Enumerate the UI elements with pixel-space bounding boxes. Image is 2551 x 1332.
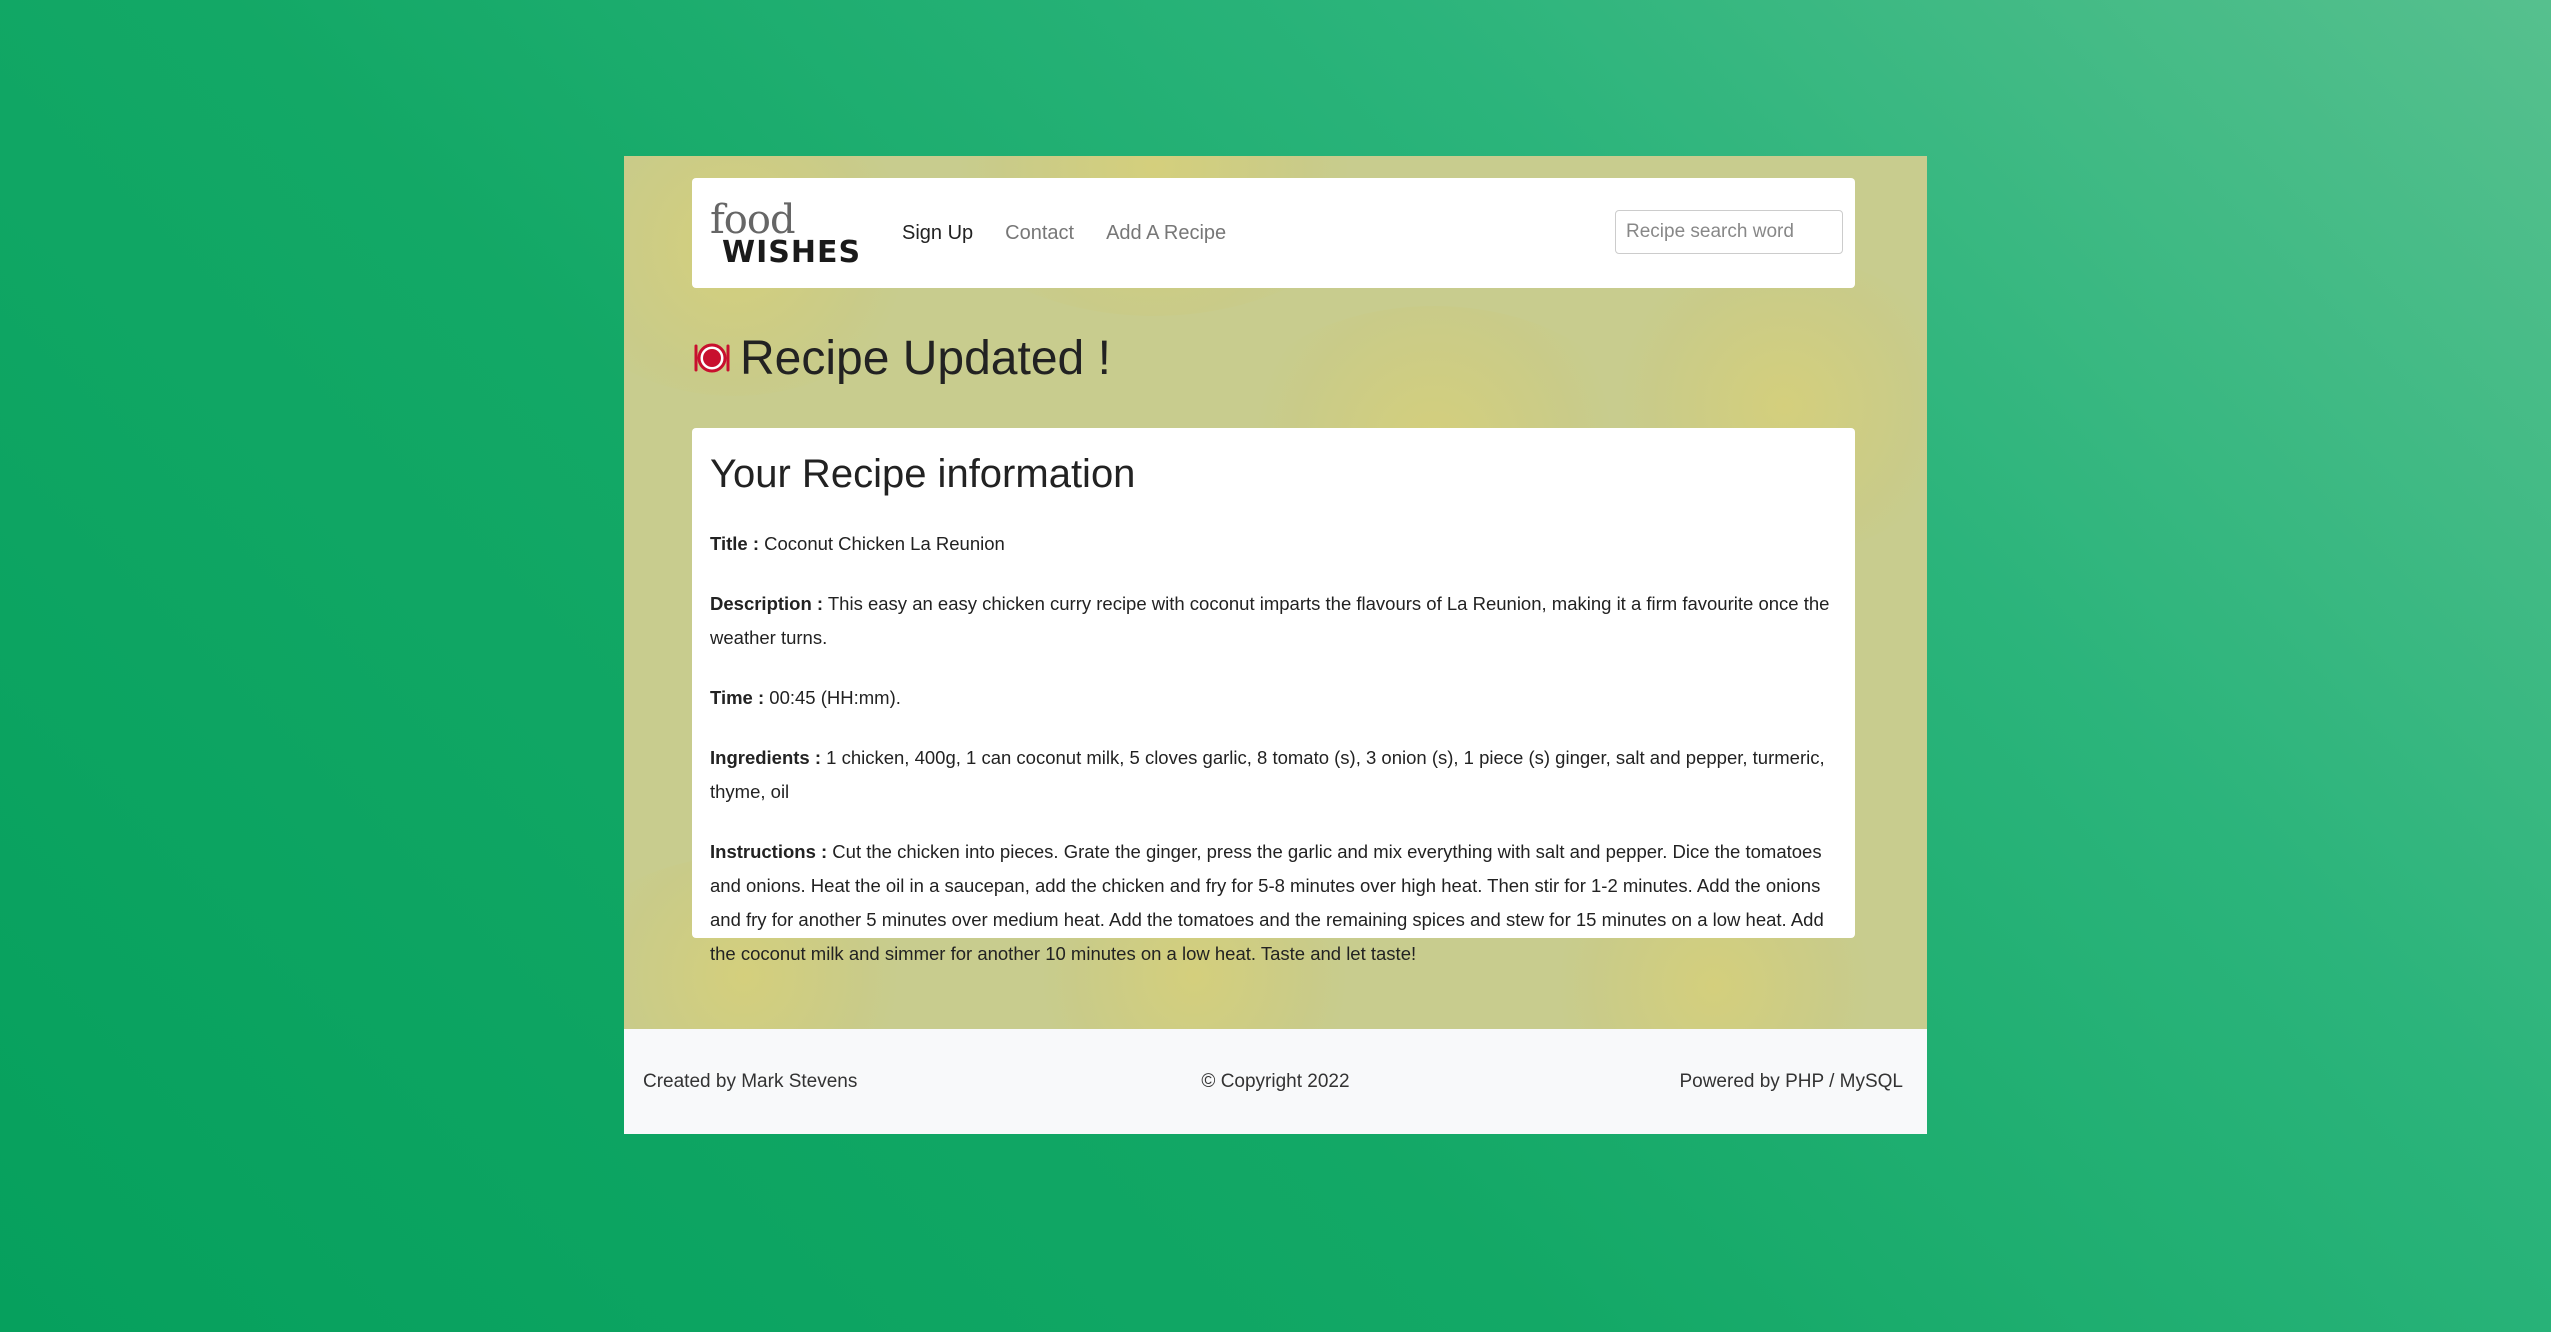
recipe-search-input[interactable] — [1615, 210, 1843, 254]
footer-powered-by: Powered by PHP / MySQL — [1679, 1071, 1903, 1092]
field-label: Instructions : — [710, 841, 828, 862]
nav-sign-up[interactable]: Sign Up — [902, 222, 973, 245]
nav-add-recipe[interactable]: Add A Recipe — [1106, 222, 1226, 245]
field-label: Title : — [710, 533, 759, 554]
browser-viewport: food WISHES Sign Up Contact Add A Recipe… — [624, 156, 1927, 1134]
field-label: Description : — [710, 593, 824, 614]
field-value: Coconut Chicken La Reunion — [759, 533, 1005, 554]
recipe-description-field: Description : This easy an easy chicken … — [710, 587, 1837, 655]
page-title: Recipe Updated ! — [740, 331, 1111, 385]
field-label: Ingredients : — [710, 747, 822, 768]
page-footer: Created by Mark Stevens © Copyright 2022… — [624, 1029, 1927, 1134]
field-value: This easy an easy chicken curry recipe w… — [710, 593, 1830, 648]
recipe-info-card: Your Recipe information Title : Coconut … — [692, 428, 1855, 964]
page-heading: Recipe Updated ! — [692, 318, 1111, 398]
nav-contact[interactable]: Contact — [1005, 222, 1074, 245]
navbar: food WISHES Sign Up Contact Add A Recipe — [692, 178, 1855, 288]
logo-text-wishes: WISHES — [722, 235, 862, 270]
site-logo[interactable]: food WISHES — [710, 200, 860, 270]
field-value: 1 chicken, 400g, 1 can coconut milk, 5 c… — [710, 747, 1825, 802]
recipe-time-field: Time : 00:45 (HH:mm). — [710, 681, 1837, 715]
recipe-instructions-field: Instructions : Cut the chicken into piec… — [710, 835, 1837, 971]
recipe-ingredients-field: Ingredients : 1 chicken, 400g, 1 can coc… — [710, 741, 1837, 809]
card-title: Your Recipe information — [710, 452, 1136, 496]
plate-cutlery-icon — [692, 338, 732, 378]
field-value: 00:45 (HH:mm). — [764, 687, 901, 708]
field-label: Time : — [710, 687, 765, 708]
recipe-title-field: Title : Coconut Chicken La Reunion — [710, 527, 1837, 561]
nav-links: Sign Up Contact Add A Recipe — [902, 178, 1226, 288]
field-value: Cut the chicken into pieces. Grate the g… — [710, 841, 1824, 964]
logo-text-food: food — [710, 197, 796, 243]
